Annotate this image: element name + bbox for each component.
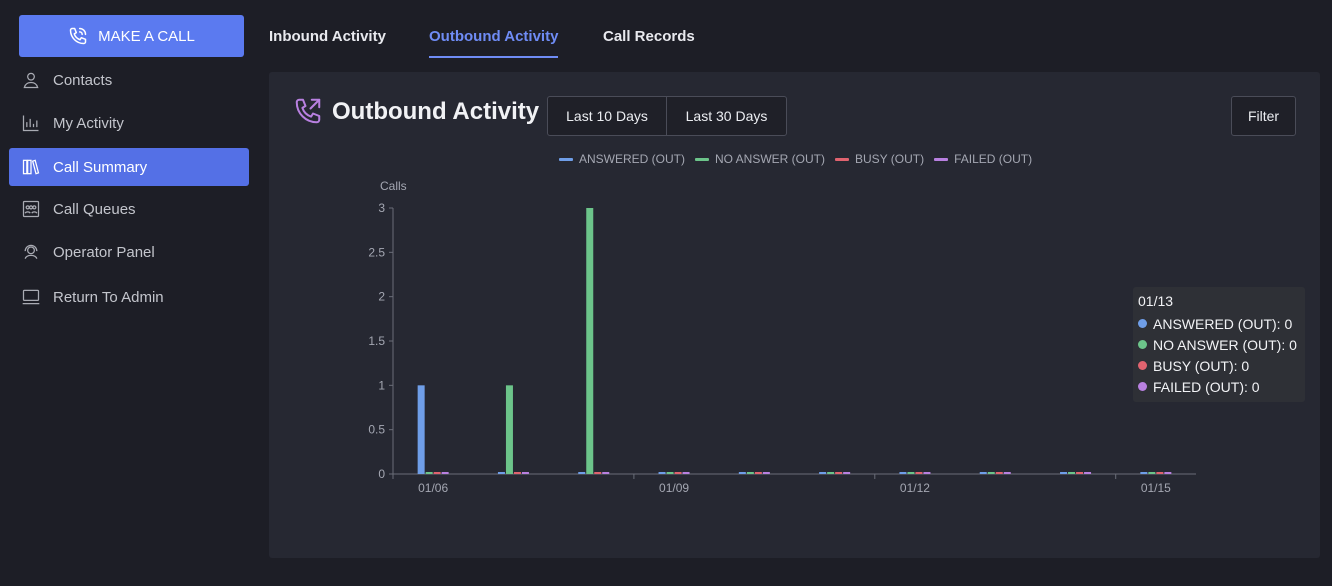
bar-failed-out-01-08 [602,472,610,474]
y-tick-label: 2 [378,290,385,304]
tooltip-dot [1138,340,1147,349]
bar-answered-out-01-06 [417,385,425,474]
bar-answered-out-01-07 [497,472,505,474]
bar-busy-out-01-11 [835,472,843,474]
tooltip-dot [1138,382,1147,391]
bar-no-answer-out-01-10 [746,472,754,474]
outbound-activity-panel: Outbound Activity Last 10 Days Last 30 D… [269,72,1320,558]
y-axis-label: Calls [380,179,407,193]
bar-busy-out-01-13 [995,472,1003,474]
x-tick-label: 01/12 [900,481,930,495]
sidebar-item-contacts[interactable]: Contacts [9,61,249,99]
phone-call-icon [69,27,87,45]
sidebar-item-label: Call Queues [53,200,136,218]
bar-failed-out-01-13 [1003,472,1011,474]
bar-failed-out-01-11 [843,472,851,474]
bar-busy-out-01-14 [1076,472,1084,474]
make-a-call-button[interactable]: MAKE A CALL [19,15,244,57]
bar-answered-out-01-14 [1060,472,1068,474]
sidebar-item-label: Call Summary [53,158,148,176]
bar-busy-out-01-15 [1156,472,1164,474]
bar-no-answer-out-01-07 [505,385,513,474]
y-tick-label: 0 [378,467,385,481]
y-tick-label: 1.5 [368,334,385,348]
tab-outbound-activity[interactable]: Outbound Activity [429,28,559,58]
bar-no-answer-out-01-11 [827,472,835,474]
bar-answered-out-01-08 [578,472,586,474]
x-tick-label: 01/09 [659,481,689,495]
tooltip-title: 01/13 [1138,293,1174,309]
bar-failed-out-01-06 [441,472,449,474]
sidebar-item-label: Operator Panel [53,243,155,261]
bar-failed-out-01-07 [521,472,529,474]
bar-chart-icon [22,115,39,132]
bar-no-answer-out-01-15 [1148,472,1156,474]
headset-icon [24,244,38,259]
contact-icon [23,72,39,89]
bar-answered-out-01-12 [899,472,907,474]
tooltip-dot [1138,361,1147,370]
bar-failed-out-01-14 [1084,472,1092,474]
bar-busy-out-01-12 [915,472,923,474]
bar-busy-out-01-09 [674,472,682,474]
y-tick-label: 2.5 [368,245,385,259]
tooltip-row-text: FAILED (OUT): 0 [1153,378,1260,395]
bar-no-answer-out-01-12 [907,472,915,474]
sidebar-item-return-to-admin[interactable]: Return To Admin [9,278,249,316]
tooltip-row-text: BUSY (OUT): 0 [1153,357,1250,374]
books-icon [22,159,40,175]
bar-busy-out-01-07 [513,472,521,474]
sidebar-item-label: Return To Admin [53,288,164,306]
bar-busy-out-01-08 [594,472,602,474]
bar-answered-out-01-09 [658,472,666,474]
tooltip-row: BUSY (OUT): 0 [1138,355,1300,376]
bar-answered-out-01-13 [979,472,987,474]
chart-tooltip: 01/13 ANSWERED (OUT): 0 NO ANSWER (OUT):… [1133,287,1305,402]
bar-no-answer-out-01-09 [666,472,674,474]
sidebar-item-my-activity[interactable]: My Activity [9,104,249,142]
tooltip-row: FAILED (OUT): 0 [1138,376,1300,397]
monitor-icon [22,289,40,305]
bar-busy-out-01-06 [433,472,441,474]
tooltip-row: NO ANSWER (OUT): 0 [1138,334,1300,355]
x-tick-label: 01/06 [418,481,448,495]
bar-busy-out-01-10 [754,472,762,474]
bar-failed-out-01-10 [762,472,770,474]
y-tick-label: 1 [378,378,385,392]
bar-no-answer-out-01-08 [586,208,594,474]
tooltip-dot [1138,319,1147,328]
sidebar-item-label: My Activity [53,114,124,132]
sidebar-item-operator-panel[interactable]: Operator Panel [9,233,249,271]
bar-failed-out-01-09 [682,472,690,474]
tab-call-records[interactable]: Call Records [603,28,695,58]
sidebar-item-call-queues[interactable]: Call Queues [9,190,249,228]
make-a-call-label: MAKE A CALL [98,27,195,45]
y-tick-label: 3 [378,201,385,215]
queue-icon [22,200,40,218]
bar-no-answer-out-01-13 [987,472,995,474]
bar-answered-out-01-10 [738,472,746,474]
bar-answered-out-01-15 [1140,472,1148,474]
tab-inbound-activity[interactable]: Inbound Activity [269,28,386,58]
bar-failed-out-01-15 [1164,472,1172,474]
bar-no-answer-out-01-06 [425,472,433,474]
sidebar: MAKE A CALL Contacts My Activity Call Su… [0,0,258,586]
x-tick-label: 01/15 [1141,481,1171,495]
y-tick-label: 0.5 [368,423,385,437]
bar-failed-out-01-12 [923,472,931,474]
bar-answered-out-01-11 [819,472,827,474]
sidebar-item-call-summary[interactable]: Call Summary [9,148,249,186]
tooltip-row-text: ANSWERED (OUT): 0 [1153,315,1293,332]
sidebar-item-label: Contacts [53,71,113,89]
bar-no-answer-out-01-14 [1068,472,1076,474]
tooltip-row: ANSWERED (OUT): 0 [1138,313,1300,334]
tooltip-row-text: NO ANSWER (OUT): 0 [1153,336,1297,353]
